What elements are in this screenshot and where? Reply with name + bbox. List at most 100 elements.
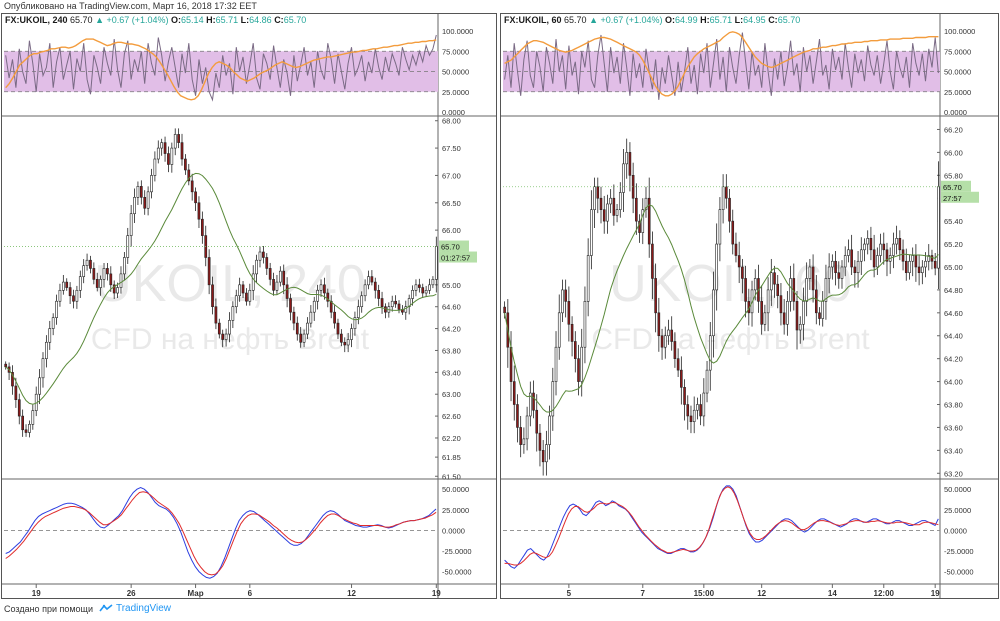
candle-body	[201, 218, 204, 236]
candle-body	[599, 197, 603, 210]
candle-body	[808, 266, 812, 279]
price-tick-label: 67.00	[442, 171, 461, 180]
candle-body	[699, 404, 702, 417]
candle-body	[708, 335, 712, 371]
price-tick-label: 63.60	[944, 423, 963, 432]
candle-body	[309, 311, 313, 324]
tradingview-brand: TradingView	[115, 603, 172, 614]
candle-body	[282, 270, 286, 286]
symbol-change: ▲ +0.67 (+1.04%)	[95, 15, 169, 25]
candle-body	[106, 268, 109, 275]
candle-body	[651, 243, 654, 279]
chart-canvas-left[interactable]: 100.000075.000050.000025.00000.000068.00…	[2, 14, 497, 599]
candle-body	[421, 287, 425, 294]
rsi-tick-label: 0.0000	[944, 108, 967, 117]
time-tick-label: 6	[248, 589, 253, 598]
open-label: O:	[665, 15, 676, 25]
candle-body	[194, 191, 197, 204]
candle-body	[336, 322, 340, 335]
candle-body	[705, 369, 709, 394]
candle-body	[654, 278, 657, 314]
candle-body	[156, 147, 160, 160]
candle-body	[609, 197, 612, 205]
candle-body	[367, 276, 370, 286]
candle-body	[850, 249, 853, 268]
candle-body	[431, 279, 435, 286]
rsi-tick-label: 75.0000	[442, 47, 469, 56]
candle-body	[245, 292, 248, 302]
candle-body	[622, 163, 625, 193]
candle-body	[561, 289, 564, 314]
candle-body	[55, 300, 58, 318]
candle-body	[570, 323, 574, 342]
candle-body	[350, 328, 353, 340]
candle-body	[892, 243, 895, 256]
candle-body	[847, 249, 850, 256]
candle-body	[882, 243, 886, 251]
candle-body	[31, 410, 35, 425]
candle-body	[24, 429, 28, 433]
rsi-tick-label: 25.0000	[442, 88, 469, 97]
candle-body	[424, 289, 428, 294]
close-value: 65.70	[777, 15, 801, 25]
candle-body	[143, 197, 147, 209]
candle-body	[265, 257, 269, 269]
candle-body	[811, 266, 815, 291]
candle-body	[538, 432, 542, 451]
watermark-description: CFD на нефть Brent	[591, 323, 870, 356]
price-tick-label: 66.00	[944, 148, 963, 157]
candle-body	[618, 192, 622, 210]
candle-body	[718, 209, 722, 245]
price-tick-label: 65.40	[944, 217, 963, 226]
candle-body	[289, 298, 292, 313]
osc-d-line	[504, 486, 939, 566]
candle-body	[663, 335, 667, 348]
candle-body	[68, 287, 72, 297]
candle-body	[299, 333, 303, 343]
chart-canvas-right[interactable]: 100.000075.000050.000025.00000.000066.20…	[501, 14, 999, 599]
chart-panel-right[interactable]: 100.0000 75.0000 50.0000 25.0000 0.0000 66.20…	[500, 13, 999, 599]
price-tick-label: 64.40	[944, 332, 963, 341]
chart-panel-left[interactable]: 100.0000 75.0000 50.0000 25.0000 0.0000 68.00…	[1, 13, 497, 599]
price-tick-label: 64.60	[442, 303, 461, 312]
candle-body	[272, 279, 275, 291]
candle-body	[224, 333, 228, 340]
price-tick-label: 61.85	[442, 453, 461, 462]
candle-body	[924, 260, 927, 268]
candle-body	[554, 346, 558, 382]
candle-body	[268, 268, 272, 280]
candle-body	[312, 300, 316, 313]
candle-body	[760, 301, 763, 325]
tradingview-link[interactable]: TradingView	[99, 603, 171, 614]
price-tick-label: 65.80	[944, 171, 963, 180]
candle-body	[123, 257, 126, 275]
price-tick-label: 66.00	[442, 226, 461, 235]
rsi-tick-label: 100.0000	[442, 27, 473, 36]
candle-body	[583, 301, 587, 348]
candle-body	[390, 300, 394, 308]
candle-body	[45, 341, 48, 359]
candle-body	[180, 142, 184, 160]
price-tick-label: 66.50	[442, 199, 461, 208]
candle-body	[779, 295, 783, 314]
candle-body	[602, 209, 606, 222]
time-tick-label: 14	[828, 589, 837, 598]
candle-body	[160, 142, 164, 149]
open-value: 65.14	[181, 15, 204, 25]
candle-body	[933, 260, 937, 269]
candle-body	[503, 306, 506, 314]
candle-body	[85, 259, 89, 266]
candle-body	[512, 381, 516, 405]
osc-tick-label: 50.0000	[442, 485, 469, 494]
candle-body	[340, 333, 343, 343]
candle-body	[753, 278, 757, 291]
candle-body	[360, 295, 364, 308]
osc-tick-label: -25.0000	[442, 547, 472, 556]
candle-body	[323, 284, 326, 294]
time-tick-label: 26	[127, 589, 136, 598]
price-tick-label: 63.40	[944, 446, 963, 455]
candle-body	[228, 320, 231, 335]
candle-body	[917, 266, 921, 274]
candle-body	[214, 306, 218, 324]
symbol-price: 65.70	[70, 15, 93, 25]
